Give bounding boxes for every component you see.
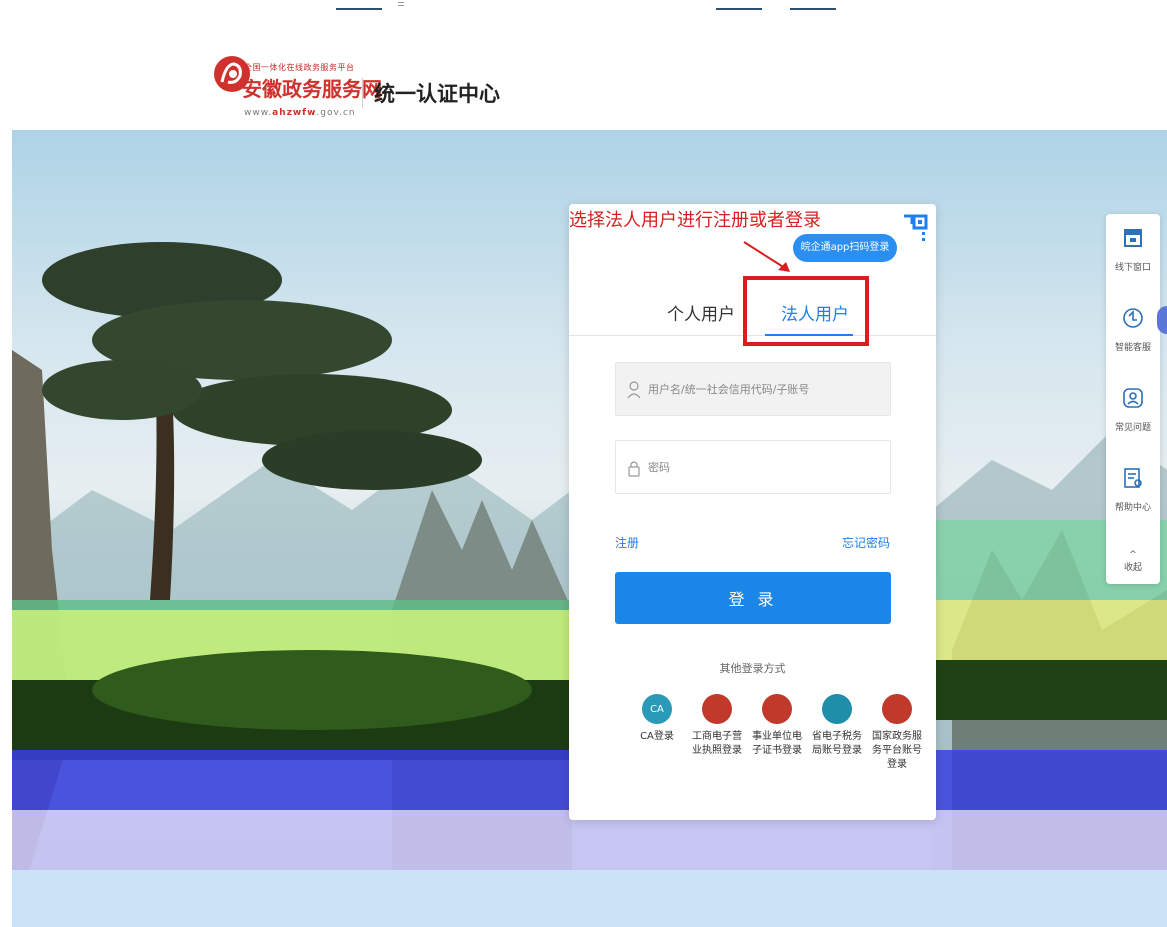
- register-link[interactable]: 注册: [615, 534, 639, 551]
- collapse-label: 收起: [1123, 563, 1142, 573]
- window-icon: [1124, 229, 1142, 247]
- login-button[interactable]: 登 录: [615, 572, 891, 624]
- tax-bureau-icon: [822, 694, 852, 724]
- institution-emblem-icon: [762, 694, 792, 724]
- logo-url-bold: ahzwfw: [272, 108, 317, 118]
- side-item-label: 智能客服: [1114, 343, 1151, 353]
- other-login-national-platform[interactable]: 国家政务服务平台账号登录: [869, 694, 925, 772]
- lock-icon: [628, 461, 640, 477]
- side-item-label: 帮助中心: [1114, 503, 1151, 513]
- other-login-business-license[interactable]: 工商电子营业执照登录: [689, 694, 745, 758]
- side-expand-tab[interactable]: [1157, 306, 1167, 334]
- username-field: [615, 362, 891, 416]
- logo-title: 安徽政务服务网: [242, 77, 382, 101]
- other-login-label: 工商电子营业执照登录: [692, 731, 742, 756]
- site-header: [0, 10, 1167, 130]
- national-platform-icon: [882, 694, 912, 724]
- side-item-label: 常见问题: [1114, 423, 1151, 433]
- password-input[interactable]: [648, 441, 884, 493]
- logo-url-suffix: .gov.cn: [316, 108, 356, 118]
- other-login-list: CA CA登录 工商电子营业执照登录 事业单位电子证书登录 省电子税务局账号登录…: [629, 694, 929, 794]
- page-title: 统一认证中心: [374, 82, 500, 106]
- user-icon: [627, 381, 641, 399]
- side-item-label: 线下窗口: [1114, 263, 1151, 273]
- side-toolbar: 线下窗口 智能客服 常见问题 帮助中心 ^ 收起: [1106, 214, 1160, 584]
- other-login-label: 国家政务服务平台账号登录: [872, 731, 922, 770]
- other-login-institution-cert[interactable]: 事业单位电子证书登录: [749, 694, 805, 758]
- annotation-arrow-icon: [743, 241, 790, 272]
- other-login-label: 事业单位电子证书登录: [752, 731, 802, 756]
- annotation-highlight-box: [743, 276, 869, 346]
- header-divider: [362, 78, 363, 108]
- faq-icon: [1123, 388, 1143, 408]
- other-login-label: 省电子税务局账号登录: [812, 731, 862, 756]
- qr-code-toggle-icon[interactable]: [898, 212, 930, 244]
- other-login-title: 其他登录方式: [719, 662, 786, 675]
- robot-icon: [1123, 308, 1143, 328]
- ca-icon: CA: [642, 694, 672, 724]
- chevron-up-icon: ^: [1129, 550, 1137, 560]
- top-strip: [0, 0, 1167, 10]
- instruction-annotation: 选择法人用户进行注册或者登录: [569, 210, 821, 231]
- logo-subtitle: 全国一体化在线政务服务平台: [244, 63, 355, 72]
- logo-url-prefix: www.: [244, 108, 273, 118]
- tab-personal-user[interactable]: 个人用户: [667, 300, 735, 325]
- side-item-faq[interactable]: 常见问题: [1106, 374, 1160, 444]
- username-input[interactable]: [648, 363, 884, 415]
- side-item-help-center[interactable]: 帮助中心: [1106, 454, 1160, 524]
- scan-login-button[interactable]: 皖企通app扫码登录: [793, 234, 897, 262]
- side-item-smart-service[interactable]: 智能客服: [1106, 294, 1160, 364]
- national-emblem-icon: [702, 694, 732, 724]
- other-login-ca[interactable]: CA CA登录: [629, 694, 685, 744]
- other-login-tax-bureau[interactable]: 省电子税务局账号登录: [809, 694, 865, 758]
- forgot-password-link[interactable]: 忘记密码: [842, 534, 890, 551]
- drag-handle-icon: [398, 2, 404, 6]
- logo-url: www.ahzwfw.gov.cn: [244, 108, 356, 118]
- help-doc-icon: [1124, 468, 1142, 488]
- side-item-offline-window[interactable]: 线下窗口: [1106, 214, 1160, 284]
- password-field: [615, 440, 891, 494]
- other-login-label: CA登录: [640, 731, 674, 742]
- side-collapse-button[interactable]: ^ 收起: [1106, 550, 1160, 573]
